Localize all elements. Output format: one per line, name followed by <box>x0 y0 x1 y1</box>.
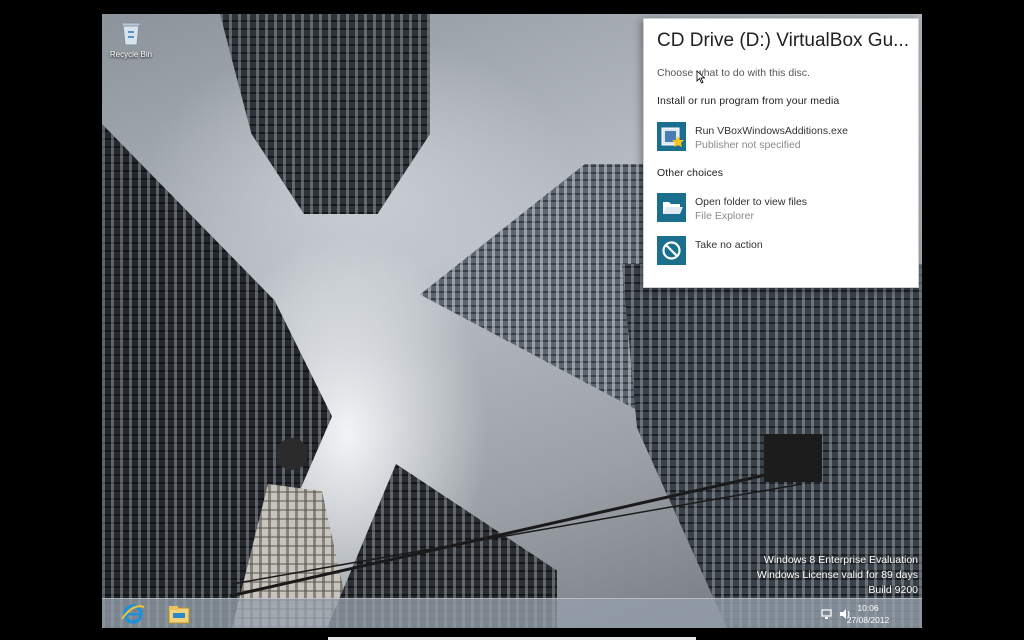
recycle-bin-icon <box>121 22 141 46</box>
option-open-desc: File Explorer <box>695 210 754 222</box>
watermark-license: Windows License valid for 89 days <box>756 569 918 581</box>
option-run-publisher: Publisher not specified <box>695 139 801 151</box>
file-explorer-icon <box>168 606 190 624</box>
option-take-no-action[interactable]: Take no action <box>657 236 907 268</box>
option-open-name: Open folder to view files <box>695 196 808 208</box>
network-icon[interactable] <box>820 607 834 621</box>
mouse-cursor-icon <box>696 70 706 84</box>
recycle-bin-shortcut[interactable]: Recycle Bin <box>106 18 156 59</box>
autoplay-dialog: CD Drive (D:) VirtualBox Gu... Choose wh… <box>643 18 919 288</box>
option-none-name: Take no action <box>695 239 763 251</box>
taskbar-internet-explorer-button[interactable] <box>120 601 146 627</box>
section-other-choices: Other choices <box>657 167 724 179</box>
option-open-folder[interactable]: Open folder to view files File Explorer <box>657 193 907 225</box>
watermark-build: Build 9200 <box>868 584 918 596</box>
virtualbox-installer-icon <box>657 122 686 151</box>
system-clock[interactable]: 10:06 27/08/2012 <box>838 602 898 626</box>
clock-date: 27/08/2012 <box>846 615 890 625</box>
internet-explorer-icon <box>121 604 145 624</box>
watermark-edition: Windows 8 Enterprise Evaluation <box>763 554 918 566</box>
no-action-icon <box>657 236 686 265</box>
taskbar-file-explorer-button[interactable] <box>166 601 192 627</box>
evaluation-watermark: Windows 8 Enterprise Evaluation Windows … <box>757 553 918 598</box>
section-install-run: Install or run program from your media <box>657 95 840 107</box>
option-run-name: Run VBoxWindowsAdditions.exe <box>695 125 848 137</box>
clock-time: 10:06 <box>857 603 879 613</box>
option-run-vbox-additions[interactable]: Run VBoxWindowsAdditions.exe Publisher n… <box>657 122 907 154</box>
folder-open-icon <box>657 193 686 222</box>
taskbar: 10:06 27/08/2012 <box>102 598 922 628</box>
autoplay-title: CD Drive (D:) VirtualBox Gu... <box>657 30 909 51</box>
autoplay-subtitle: Choose what to do with this disc. <box>657 67 810 79</box>
recycle-bin-label: Recycle Bin <box>109 50 153 59</box>
